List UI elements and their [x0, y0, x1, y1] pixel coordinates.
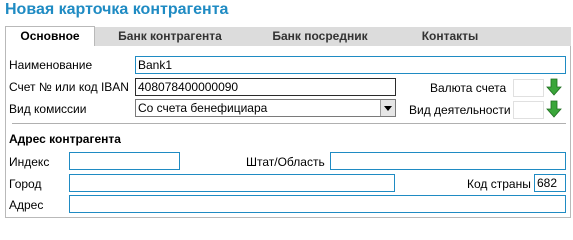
country-code-field[interactable]: 682	[534, 174, 566, 192]
address-label: Адрес	[9, 198, 44, 212]
activity-label: Вид деятельности	[409, 103, 511, 117]
state-label: Штат/Область	[246, 155, 325, 169]
address-field[interactable]	[69, 195, 566, 213]
account-label: Счет № или код IBAN	[9, 80, 129, 94]
country-code-label: Код страны	[467, 177, 531, 191]
activity-field[interactable]	[513, 101, 544, 119]
divider	[12, 123, 566, 124]
tab-intermediary-bank[interactable]: Банк посредник	[245, 27, 395, 46]
green-down-arrow-icon[interactable]	[546, 100, 562, 118]
state-field[interactable]	[330, 152, 566, 170]
name-field[interactable]: Bank1	[135, 56, 566, 74]
commission-selected-value: Со счета бенефициара	[138, 101, 268, 115]
tab-contacts[interactable]: Контакты	[395, 27, 505, 46]
address-section-title: Адрес контрагента	[9, 132, 121, 146]
form-panel: Наименование Bank1 Счет № или код IBAN 4…	[5, 46, 571, 218]
city-label: Город	[9, 177, 42, 191]
tab-counterparty-bank[interactable]: Банк контрагента	[95, 27, 245, 46]
window-title: Новая карточка контрагента	[5, 1, 229, 18]
commission-label: Вид комиссии	[9, 102, 87, 116]
account-field[interactable]: 408078400000090	[135, 78, 396, 96]
green-down-arrow-icon[interactable]	[546, 78, 562, 96]
index-field[interactable]	[69, 152, 180, 170]
commission-select[interactable]: Со счета бенефициара	[135, 99, 396, 117]
currency-field[interactable]	[513, 79, 544, 97]
chevron-down-icon[interactable]	[380, 100, 395, 116]
index-label: Индекс	[9, 155, 50, 169]
tab-bar: Основное Банк контрагента Банк посредник…	[5, 26, 571, 46]
name-label: Наименование	[9, 58, 93, 72]
tab-main[interactable]: Основное	[5, 26, 95, 46]
city-field[interactable]	[69, 174, 395, 192]
currency-label: Валюта счета	[430, 81, 507, 95]
